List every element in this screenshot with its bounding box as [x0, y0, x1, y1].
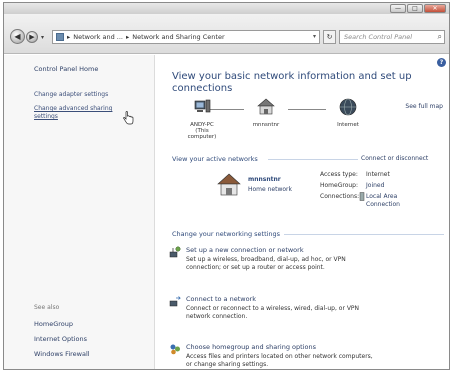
minimize-button[interactable]: —: [390, 4, 406, 13]
task-new-connection-link[interactable]: Set up a new connection or network: [186, 246, 441, 254]
help-icon[interactable]: ?: [437, 58, 446, 67]
home-network-icon: [217, 173, 241, 196]
change-settings-title: Change your networking settings: [172, 230, 281, 238]
computer-subtitle: (This computer): [187, 128, 217, 140]
map-link-line: [288, 109, 326, 110]
active-networks-title: View your active networks: [172, 155, 258, 163]
homegroup-label: HomeGroup:: [320, 182, 359, 189]
close-button[interactable]: ✕: [424, 4, 446, 13]
address-bar[interactable]: ▸ Network and ... ▸ Network and Sharing …: [52, 30, 320, 44]
task-connect-network-desc: Connect or reconnect to a wireless, wire…: [186, 305, 441, 321]
breadcrumb-network-sharing-center[interactable]: Network and Sharing Center: [132, 33, 224, 41]
page-title-line1: View your basic network information and …: [172, 71, 412, 82]
task-desc-line: or change sharing settings.: [186, 361, 269, 368]
task-new-connection-desc: Set up a wireless, broadband, dial-up, a…: [186, 256, 441, 272]
globe-icon: [339, 98, 357, 116]
active-network-name: mnnsntnr: [248, 176, 281, 183]
main-content: ? View your basic network information an…: [156, 55, 449, 369]
section-divider: [268, 159, 358, 160]
change-adapter-settings-link[interactable]: Change adapter settings: [34, 91, 108, 98]
new-connection-icon: [169, 246, 181, 258]
connect-or-disconnect-link[interactable]: Connect or disconnect: [361, 155, 428, 162]
recent-pages-dropdown[interactable]: ▾: [41, 34, 44, 41]
address-dropdown-icon[interactable]: ▾: [313, 33, 316, 40]
task-new-connection: Set up a new connection or network Set u…: [169, 246, 441, 272]
task-homegroup-sharing: Choose homegroup and sharing options Acc…: [170, 343, 441, 369]
window-controls: — □ ✕: [390, 4, 446, 13]
homegroup-link[interactable]: HomeGroup: [34, 320, 73, 328]
breadcrumb-network-and[interactable]: Network and ...: [73, 33, 123, 41]
task-connect-network-link[interactable]: Connect to a network: [186, 295, 441, 303]
page-title: View your basic network information and …: [172, 71, 422, 95]
left-navigation-pane: Control Panel Home Change adapter settin…: [4, 55, 155, 369]
address-separator: ▸: [125, 33, 130, 41]
address-separator: ▸: [67, 33, 71, 41]
title-bar: — □ ✕: [4, 3, 449, 14]
network-sharing-window: — □ ✕ ◀ ▶ ▾ ▸ Network and ... ▸ Network …: [3, 2, 450, 370]
maximize-button[interactable]: □: [407, 4, 423, 13]
control-panel-home-link[interactable]: Control Panel Home: [34, 65, 98, 73]
search-icon[interactable]: ⌕: [438, 32, 442, 42]
homegroup-value-link[interactable]: Joined: [366, 182, 384, 189]
task-desc-line: network connection.: [186, 313, 248, 320]
windows-firewall-link[interactable]: Windows Firewall: [34, 350, 90, 358]
hand-cursor-icon: [123, 111, 134, 125]
task-desc-line: Set up a wireless, broadband, dial-up, a…: [186, 256, 346, 263]
network-type-link[interactable]: Home network: [248, 186, 292, 193]
see-full-map-link[interactable]: See full map: [405, 103, 443, 110]
task-desc-line: Connect or reconnect to a wireless, wire…: [186, 305, 360, 312]
ethernet-icon: [359, 192, 365, 201]
refresh-button[interactable]: ↻: [323, 30, 336, 44]
computer-icon: [194, 99, 211, 113]
forward-button[interactable]: ▶: [26, 31, 38, 43]
homegroup-sharing-icon: [170, 344, 180, 355]
house-network-icon: [257, 98, 275, 115]
task-homegroup-sharing-desc: Access files and printers located on oth…: [186, 353, 441, 369]
search-input[interactable]: Search Control Panel ⌕: [339, 30, 445, 44]
page-title-line2: connections: [172, 83, 233, 94]
internet-options-link[interactable]: Internet Options: [34, 335, 87, 343]
change-advanced-sharing-link-line2[interactable]: settings: [34, 113, 58, 120]
map-node-router[interactable]: mnnsntnr: [246, 97, 286, 128]
task-connect-network: Connect to a network Connect or reconnec…: [169, 295, 441, 321]
section-divider: [284, 234, 444, 235]
task-desc-line: connection; or set up a router or access…: [186, 264, 325, 271]
network-map: ANDY-PC (This computer) mnnsntnr Interne…: [172, 97, 447, 152]
map-node-internet[interactable]: Internet: [328, 97, 368, 128]
task-desc-line: Access files and printers located on oth…: [186, 353, 373, 360]
access-type-label: Access type:: [320, 171, 358, 178]
control-panel-icon: [56, 33, 64, 41]
see-also-label: See also: [34, 304, 60, 311]
map-node-computer[interactable]: ANDY-PC (This computer): [182, 97, 222, 140]
local-area-connection-link[interactable]: Local Area: [366, 193, 397, 200]
navigation-bar: ◀ ▶ ▾ ▸ Network and ... ▸ Network and Sh…: [4, 14, 449, 54]
internet-name: Internet: [337, 122, 359, 128]
task-homegroup-sharing-link[interactable]: Choose homegroup and sharing options: [186, 343, 441, 351]
change-advanced-sharing-link[interactable]: Change advanced sharing: [34, 105, 112, 112]
back-button[interactable]: ◀: [10, 29, 25, 44]
connect-network-icon: [169, 296, 181, 307]
connections-label: Connections:: [320, 193, 360, 200]
local-area-connection-link-line2[interactable]: Connection: [366, 201, 400, 208]
access-type-value: Internet: [366, 171, 390, 178]
router-name: mnnsntnr: [252, 122, 280, 128]
search-placeholder: Search Control Panel: [344, 33, 413, 41]
